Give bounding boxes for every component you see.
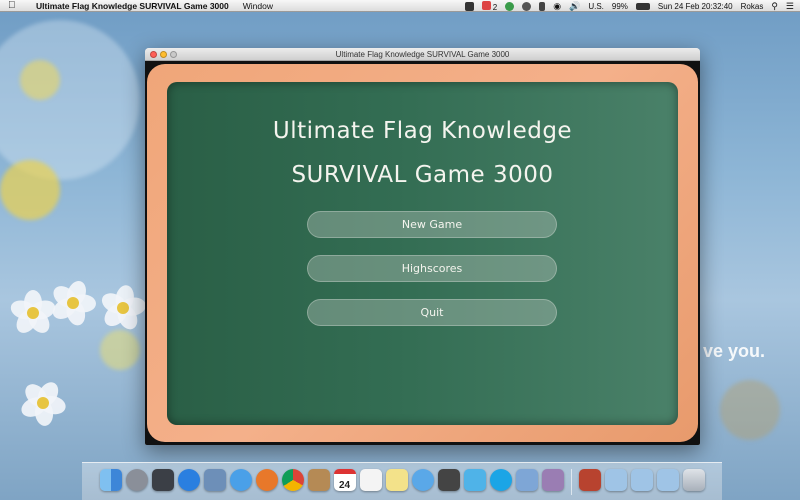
wallpaper-text: ve you. <box>703 341 766 361</box>
calendar-icon[interactable]: 24 <box>333 468 356 491</box>
chrome-status-icon[interactable] <box>505 1 515 11</box>
menu-app-name[interactable]: Ultimate Flag Knowledge SURVIVAL Game 30… <box>36 1 229 11</box>
game-window: Ultimate Flag Knowledge SURVIVAL Game 30… <box>145 48 700 445</box>
twitter-icon[interactable] <box>463 468 486 491</box>
finder-icon[interactable] <box>99 468 122 491</box>
chrome-icon[interactable] <box>281 468 304 491</box>
wallpaper-bokeh <box>0 160 60 220</box>
xcode-icon[interactable] <box>515 468 538 491</box>
dock: 24 <box>82 462 722 500</box>
menu-bar:  Ultimate Flag Knowledge SURVIVAL Game … <box>0 0 800 12</box>
contacts-icon[interactable] <box>307 468 330 491</box>
window-title: Ultimate Flag Knowledge SURVIVAL Game 30… <box>335 50 510 59</box>
wallpaper-bokeh <box>0 20 140 180</box>
trash-icon[interactable] <box>682 468 705 491</box>
notification-center-icon[interactable]: ☰ <box>786 1 794 12</box>
window-titlebar[interactable]: Ultimate Flag Knowledge SURVIVAL Game 30… <box>145 48 700 61</box>
wallpaper-bokeh <box>20 60 60 100</box>
gmail-notifier[interactable]: 2 <box>481 0 498 12</box>
new-game-button[interactable]: New Game <box>307 211 557 238</box>
apple-menu-icon[interactable]:  <box>8 0 22 12</box>
preview-icon[interactable] <box>203 468 226 491</box>
reminders-icon[interactable] <box>359 468 382 491</box>
minimize-window-button[interactable] <box>160 51 167 58</box>
bluetooth-icon[interactable] <box>539 1 546 11</box>
wallpaper-bokeh <box>720 380 780 440</box>
battery-percent[interactable]: 99% <box>612 2 628 11</box>
wallpaper-flower <box>18 378 68 427</box>
user-name[interactable]: Rokas <box>741 2 764 11</box>
game-title-line1: Ultimate Flag Knowledge <box>272 118 573 144</box>
volume-icon[interactable]: 🔊 <box>569 1 580 12</box>
quit-button[interactable]: Quit <box>307 299 557 326</box>
chalkboard: Ultimate Flag Knowledge SURVIVAL Game 30… <box>167 82 678 425</box>
zoom-window-button[interactable] <box>170 51 177 58</box>
window-controls <box>150 51 177 58</box>
highscores-button[interactable]: Highscores <box>307 255 557 282</box>
chalkboard-frame: Ultimate Flag Knowledge SURVIVAL Game 30… <box>147 64 698 442</box>
wallpaper-bokeh <box>100 330 140 370</box>
mission-control-icon[interactable] <box>151 468 174 491</box>
launchpad-icon[interactable] <box>125 468 148 491</box>
calendar-day: 24 <box>338 479 351 491</box>
game-title-line2: SURVIVAL Game 3000 <box>291 162 554 188</box>
time-machine-icon[interactable] <box>522 1 532 11</box>
close-window-button[interactable] <box>150 51 157 58</box>
folder-icon[interactable] <box>656 468 679 491</box>
battery-icon <box>635 2 650 10</box>
firefox-icon[interactable] <box>255 468 278 491</box>
wallpaper-flower <box>98 283 148 333</box>
dock-separator <box>570 468 572 495</box>
clock[interactable]: Sun 24 Feb 20:32:40 <box>658 2 733 11</box>
photo-booth-icon[interactable] <box>437 468 460 491</box>
gmail-icon <box>481 0 491 10</box>
input-source[interactable]: U.S. <box>588 2 604 11</box>
notes-icon[interactable] <box>385 468 408 491</box>
safari-icon[interactable] <box>229 468 252 491</box>
menu-status-area: 2 ◉ 🔊 U.S. 99% Sun 24 Feb 20:32:40 Rokas… <box>464 0 794 12</box>
photo-icon[interactable] <box>578 468 601 491</box>
app-store-icon[interactable] <box>177 468 200 491</box>
skype-icon[interactable] <box>489 468 512 491</box>
wifi-icon[interactable]: ◉ <box>553 1 561 12</box>
menu-window[interactable]: Window <box>243 1 273 11</box>
search-icon[interactable]: ⚲ <box>771 1 778 12</box>
folder-icon[interactable] <box>630 468 653 491</box>
script-icon[interactable] <box>541 468 564 491</box>
dropbox-icon[interactable] <box>464 1 474 11</box>
itunes-icon[interactable] <box>411 468 434 491</box>
game-canvas: Ultimate Flag Knowledge SURVIVAL Game 30… <box>145 61 700 445</box>
wallpaper-flower <box>48 278 97 328</box>
gmail-count: 2 <box>492 2 498 12</box>
folder-icon[interactable] <box>604 468 627 491</box>
